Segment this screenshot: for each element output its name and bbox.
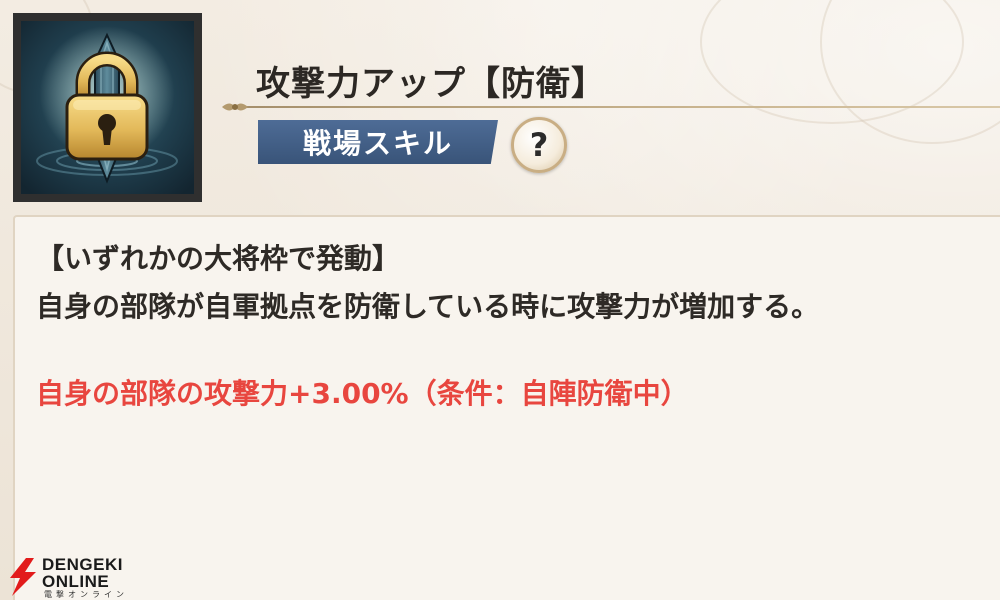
effect-description: 自身の部隊が自軍拠点を防衛している時に攻撃力が増加する。 xyxy=(36,290,820,323)
help-button[interactable]: ? xyxy=(511,117,567,173)
title-divider xyxy=(232,106,1000,108)
lightning-bolt-logo xyxy=(10,558,36,596)
logo-subtext: 電撃オンライン xyxy=(44,590,128,599)
logo-text: DENGEKI ONLINE xyxy=(42,556,123,590)
logo-line-1: DENGEKI xyxy=(42,555,123,574)
effect-value: 自身の部隊の攻撃力+3.00%（条件：自陣防衛中） xyxy=(36,377,689,410)
question-mark-icon: ? xyxy=(529,126,549,164)
ornament-icon xyxy=(222,103,248,111)
dengeki-online-logo: DENGEKI ONLINE 電撃オンライン xyxy=(6,556,132,599)
padlock-sword-icon xyxy=(13,13,202,202)
category-badge: 戦場スキル xyxy=(258,120,498,164)
activation-condition: 【いずれかの大将枠で発動】 xyxy=(36,242,401,275)
logo-line-2: ONLINE xyxy=(42,572,110,591)
skill-title: 攻撃力アップ【防衛】 xyxy=(256,64,606,104)
